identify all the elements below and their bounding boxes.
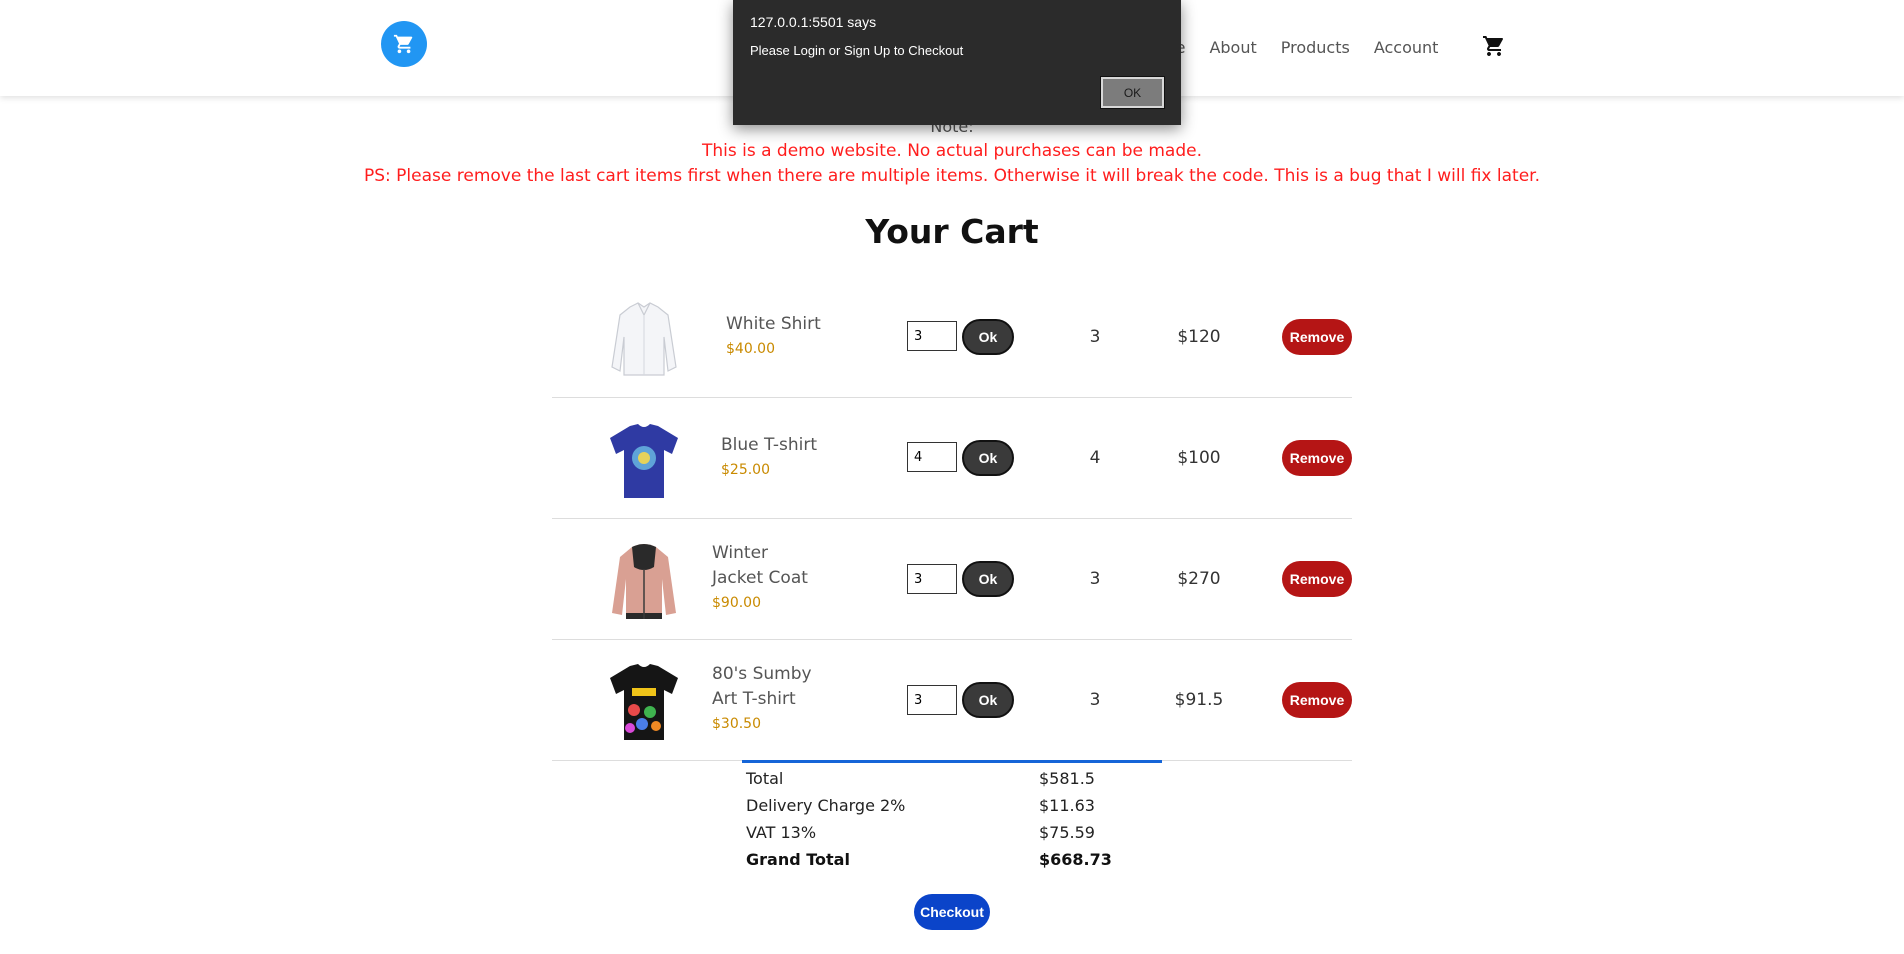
product-name-line2: Jacket Coat [712,568,808,588]
cart-row: Winter Jacket Coat $90.00 Ok 3 $270 Remo… [552,519,1352,640]
subtotal-value: $270 [1177,569,1221,589]
product-image-blue-tshirt [602,418,686,502]
cart-row: Blue T-shirt $25.00 Ok 4 $100 Remove [552,398,1352,519]
nav-cart[interactable] [1482,34,1506,58]
product-name: White Shirt [726,314,821,334]
quantity-input[interactable] [907,321,957,351]
remove-button[interactable]: Remove [1282,561,1352,597]
delivery-label: Delivery Charge 2% [746,796,906,815]
product-image-winter-jacket [602,539,686,623]
alert-message: Please Login or Sign Up to Checkout [750,43,964,58]
alert-dialog: 127.0.0.1:5501 says Please Login or Sign… [733,0,1181,125]
update-qty-button[interactable]: Ok [962,682,1014,718]
alert-title: 127.0.0.1:5501 says [750,14,877,30]
delivery-value: $11.63 [1039,796,1095,815]
cart-row: White Shirt $40.00 Ok 3 $120 Remove [552,277,1352,398]
vat-value: $75.59 [1039,823,1095,842]
quantity-input[interactable] [907,685,957,715]
vat-label: VAT 13% [746,823,817,842]
product-name-line2: Art T-shirt [712,689,796,709]
subtotal-value: $91.5 [1174,690,1224,710]
demo-notice: This is a demo website. No actual purcha… [701,141,1203,161]
quantity-value: 3 [1089,690,1101,710]
product-name: Winter Jacket Coat [712,541,808,591]
product-image-white-shirt [602,297,686,381]
product-name: Blue T-shirt [721,435,817,455]
alert-ok-button[interactable]: OK [1100,76,1165,109]
quantity-input[interactable] [907,442,957,472]
product-name-line1: 80's Sumby [712,664,812,684]
product-name: 80's Sumby Art T-shirt [712,662,812,712]
product-price: $30.50 [712,716,761,732]
bug-notice: PS: Please remove the last cart items fi… [364,166,1540,186]
subtotal-value: $100 [1177,448,1221,468]
remove-button[interactable]: Remove [1282,682,1352,718]
nav-about[interactable]: About [1209,36,1256,60]
remove-button[interactable]: Remove [1282,319,1352,355]
update-qty-button[interactable]: Ok [962,561,1014,597]
total-value: $581.5 [1039,769,1095,788]
cart-icon [393,34,413,54]
product-price: $40.00 [726,341,775,357]
product-price: $90.00 [712,595,761,611]
cart-icon [1483,36,1503,56]
quantity-value: 3 [1089,327,1101,347]
grand-total-label: Grand Total [746,850,850,869]
update-qty-button[interactable]: Ok [962,319,1014,355]
checkout-button[interactable]: Checkout [914,894,990,930]
product-price: $25.00 [721,462,770,478]
logo[interactable] [381,21,427,67]
cart-row: 80's Sumby Art T-shirt $30.50 Ok 3 $91.5… [552,640,1352,761]
main-nav: me About Products Account [1160,36,1462,60]
subtotal-value: $120 [1177,327,1221,347]
total-label: Total [746,769,784,788]
page-title: Your Cart [865,212,1039,251]
product-image-art-tshirt [602,660,686,744]
nav-products[interactable]: Products [1281,36,1350,60]
nav-account[interactable]: Account [1374,36,1439,60]
quantity-value: 3 [1089,569,1101,589]
totals-divider [742,760,1162,763]
grand-total-value: $668.73 [1039,850,1112,869]
remove-button[interactable]: Remove [1282,440,1352,476]
product-name-line1: Winter [712,543,769,563]
update-qty-button[interactable]: Ok [962,440,1014,476]
quantity-value: 4 [1089,448,1101,468]
quantity-input[interactable] [907,564,957,594]
